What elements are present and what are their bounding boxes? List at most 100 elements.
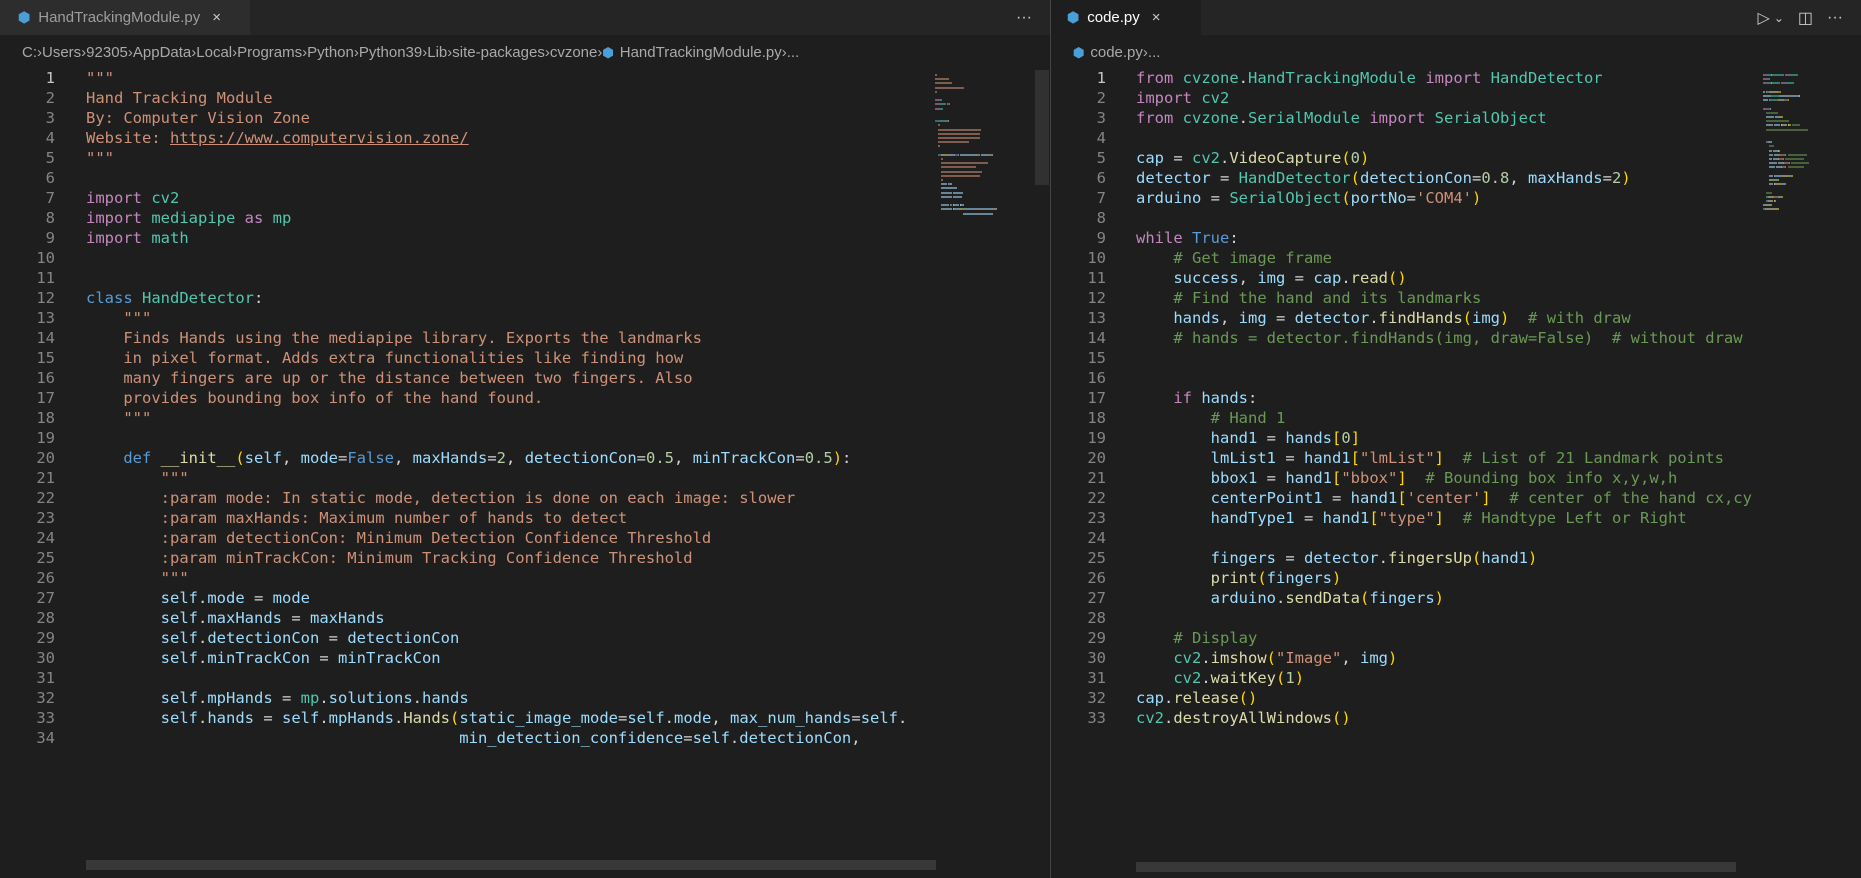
code-token: . <box>1341 269 1351 287</box>
code-token: # Display <box>1173 629 1258 647</box>
minimap[interactable] <box>1763 70 1861 878</box>
breadcrumb-item[interactable]: ⬢ code.py <box>1073 44 1143 61</box>
code-token: handType1 <box>1210 509 1295 527</box>
more-actions-icon[interactable]: ··· <box>1827 9 1843 27</box>
left-tab-bar: ⬢ HandTrackingModule.py × ··· <box>0 0 1050 35</box>
code-token: hands <box>1173 309 1220 327</box>
minimap-line <box>947 120 949 123</box>
code-token: . <box>1220 149 1230 167</box>
code-token: = <box>1266 309 1295 327</box>
code-token: . <box>394 709 404 727</box>
code-line[interactable]: 33 cv2.destroyAllWindows() <box>1051 706 1861 730</box>
code-token: Website: <box>86 129 170 147</box>
split-editor-icon[interactable]: ◫ <box>1798 8 1813 28</box>
code-token: = <box>683 729 693 747</box>
breadcrumb-item[interactable]: AppData <box>133 44 191 61</box>
code-token: 0.5 <box>646 449 675 467</box>
breadcrumb-label: Local <box>196 44 233 61</box>
minimap-line <box>937 128 982 131</box>
code-token: fingers <box>1266 569 1332 587</box>
breadcrumb-item[interactable]: Users <box>42 44 81 61</box>
minimap-line <box>1772 116 1775 118</box>
code-token: ) <box>1434 589 1444 607</box>
code-token: detectionCon <box>524 449 637 467</box>
code-token: success <box>1173 269 1239 287</box>
code-token: ) <box>1500 309 1510 327</box>
code-token: """ <box>86 149 114 167</box>
minimap-line <box>984 212 993 215</box>
run-icon[interactable]: ▷ <box>1758 8 1770 28</box>
minimap-line <box>1768 166 1775 169</box>
code-token: from <box>1136 109 1183 127</box>
more-actions-icon[interactable]: ··· <box>1016 9 1032 27</box>
horizontal-scrollbar[interactable] <box>86 860 936 870</box>
code-token: . <box>1201 649 1211 667</box>
code-token: fingers <box>1369 589 1435 607</box>
breadcrumb-item[interactable]: Programs <box>237 44 302 61</box>
breadcrumb-item[interactable]: Local <box>196 44 232 61</box>
code-token: 0 <box>1341 429 1351 447</box>
code-editor[interactable]: 1 """ 2 Hand Tracking Module 3 By: Computer V… <box>0 69 1050 878</box>
minimap[interactable] <box>935 70 1035 878</box>
minimap-line <box>939 99 942 102</box>
code-token: detectionCon <box>739 729 852 747</box>
code-token: "lmList" <box>1360 449 1435 467</box>
close-tab-icon[interactable]: × <box>1152 9 1161 26</box>
breadcrumb-item[interactable]: C: <box>22 44 37 61</box>
vertical-scrollbar[interactable] <box>1035 70 1049 185</box>
minimap-line <box>940 166 976 169</box>
breadcrumb-item[interactable]: Python39 <box>359 44 422 61</box>
breadcrumb-item[interactable]: ... <box>1148 44 1161 61</box>
code-token: HandDetector <box>142 289 254 307</box>
breadcrumb-label: Python <box>307 44 354 61</box>
code-token: mode <box>300 449 338 467</box>
code-editor[interactable]: 1 from cvzone.HandTrackingModule import H… <box>1051 69 1861 878</box>
run-menu-chevron-icon[interactable]: ⌄ <box>1774 11 1784 25</box>
code-line[interactable]: 34 min_detection_confidence=self.detecti… <box>0 726 1050 750</box>
code-token: imshow <box>1210 649 1267 667</box>
code-token: , <box>1220 309 1239 327</box>
code-token: , <box>711 709 731 727</box>
right-editor-group: ⬢ code.py × ▷ ⌄ ◫ ··· ⬢ code.py ›... 1 from… <box>1051 0 1861 878</box>
code-token: :param maxHands: Maximum number of hands… <box>160 509 628 527</box>
breadcrumb-item[interactable]: 92305 <box>86 44 128 61</box>
breadcrumb-item[interactable]: ⬢ HandTrackingModule.py <box>602 44 781 61</box>
code-token: HandDetector <box>1490 69 1603 87</box>
close-tab-icon[interactable]: × <box>212 9 221 26</box>
code-token: """ <box>160 469 189 487</box>
code-token: detectionCon <box>207 629 320 647</box>
right-tab-bar: ⬢ code.py × ▷ ⌄ ◫ ··· <box>1051 0 1861 35</box>
python-file-icon: ⬢ <box>602 44 614 60</box>
code-token: ) <box>1388 649 1398 667</box>
breadcrumb-item[interactable]: site-packages <box>452 44 545 61</box>
code-token: "type" <box>1378 509 1435 527</box>
code-token: () <box>1388 269 1407 287</box>
code-token: . <box>1238 69 1249 87</box>
breadcrumb-item[interactable]: cvzone <box>550 44 598 61</box>
code-token: SerialModule <box>1248 109 1360 127</box>
code-token: = <box>1201 189 1230 207</box>
breadcrumb-label: C: <box>22 44 37 61</box>
code-token: minTrackCon <box>692 449 796 467</box>
breadcrumb-item[interactable]: Python <box>307 44 354 61</box>
code-token: "bbox" <box>1341 469 1398 487</box>
code-token: self <box>282 709 320 727</box>
tab-label: code.py <box>1087 9 1140 26</box>
minimap-line <box>1790 124 1791 127</box>
minimap-line <box>940 162 989 165</box>
tab-handtrackingmodule[interactable]: ⬢ HandTrackingModule.py × <box>0 0 250 35</box>
code-token: . <box>1164 689 1174 707</box>
breadcrumb-item[interactable]: ... <box>787 44 800 61</box>
code-token: ( <box>1341 149 1351 167</box>
tab-code-py[interactable]: ⬢ code.py × <box>1051 0 1201 35</box>
horizontal-scrollbar[interactable] <box>1136 862 1736 872</box>
code-token: mode <box>207 589 245 607</box>
breadcrumb-item[interactable]: Lib <box>427 44 447 61</box>
code-token: arduino <box>1210 589 1276 607</box>
